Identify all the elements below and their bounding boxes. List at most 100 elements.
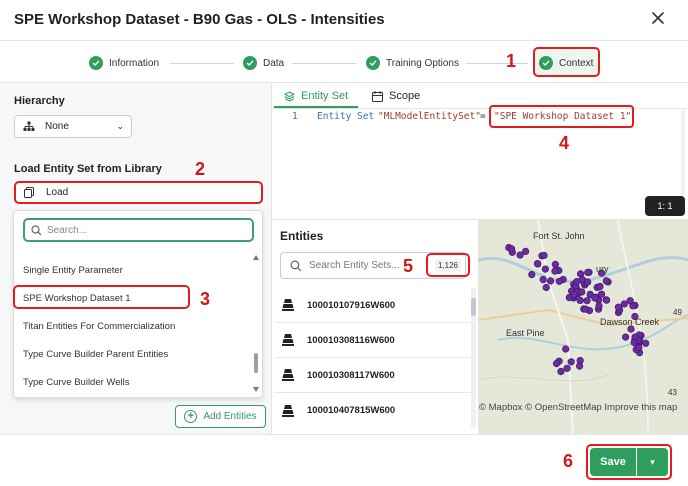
well-marker[interactable] bbox=[551, 267, 559, 275]
step-data[interactable]: Data bbox=[243, 54, 284, 72]
scroll-down-icon[interactable] bbox=[253, 387, 259, 392]
well-marker[interactable] bbox=[541, 265, 549, 273]
well-marker[interactable] bbox=[603, 296, 611, 304]
well-marker[interactable] bbox=[567, 358, 575, 366]
well-marker[interactable] bbox=[622, 333, 630, 341]
tab-label: Entity Set bbox=[301, 90, 349, 102]
entities-title: Entities bbox=[280, 229, 324, 243]
well-marker[interactable] bbox=[576, 270, 585, 278]
well-marker[interactable] bbox=[602, 277, 610, 285]
cursor-position: 1: 1 bbox=[645, 196, 685, 216]
well-marker[interactable] bbox=[591, 294, 599, 302]
well-marker[interactable] bbox=[578, 288, 586, 296]
annotation-number: 5 bbox=[403, 256, 414, 276]
annotation-number: 6 bbox=[563, 451, 574, 471]
plus-circle-icon: + bbox=[184, 410, 198, 423]
map-attribution[interactable]: © Mapbox © OpenStreetMap Improve this ma… bbox=[479, 400, 688, 415]
stepper-line bbox=[170, 63, 234, 64]
entity-name: 100010308116W600 bbox=[307, 334, 395, 346]
library-item[interactable]: Titan Entities For Commercialization bbox=[23, 321, 175, 332]
copy-icon bbox=[24, 187, 34, 198]
well-marker[interactable] bbox=[597, 290, 606, 298]
well-marker[interactable] bbox=[576, 296, 584, 304]
chevron-down-icon: ▾ bbox=[650, 456, 655, 467]
layers-icon bbox=[284, 90, 295, 102]
well-marker[interactable] bbox=[642, 339, 650, 347]
stepper-line bbox=[466, 63, 528, 64]
entity-name: 100010308117W600 bbox=[307, 369, 395, 381]
well-marker[interactable] bbox=[546, 277, 555, 285]
well-marker[interactable] bbox=[552, 360, 561, 368]
well-icon bbox=[282, 369, 294, 381]
load-library-button[interactable]: Load bbox=[14, 181, 263, 204]
check-circle-icon bbox=[539, 56, 553, 70]
well-marker[interactable] bbox=[595, 302, 603, 310]
well-marker[interactable] bbox=[620, 300, 628, 308]
highway-shield: 43 bbox=[668, 388, 677, 397]
entity-row[interactable]: 100010107916W600 bbox=[274, 288, 472, 323]
well-marker[interactable] bbox=[542, 283, 550, 292]
well-marker[interactable] bbox=[562, 345, 570, 353]
save-options-button[interactable]: ▾ bbox=[637, 448, 668, 476]
well-marker[interactable] bbox=[596, 282, 604, 291]
well-marker[interactable] bbox=[570, 290, 578, 298]
well-marker[interactable] bbox=[575, 362, 584, 370]
library-item[interactable]: Type Curve Builder Wells bbox=[23, 377, 129, 388]
selected-item-highlight bbox=[13, 285, 190, 309]
well-marker[interactable] bbox=[583, 297, 591, 305]
add-entities-button[interactable]: + Add Entities bbox=[175, 405, 266, 428]
code-equals: = bbox=[480, 111, 486, 122]
dialog-title: SPE Workshop Dataset - B90 Gas - OLS - I… bbox=[14, 11, 385, 28]
well-marker[interactable] bbox=[573, 277, 581, 286]
panel-divider bbox=[271, 83, 272, 435]
well-marker[interactable] bbox=[555, 277, 563, 285]
step-information[interactable]: Information bbox=[89, 54, 159, 72]
hierarchy-label: Hierarchy bbox=[14, 95, 65, 107]
step-label: Data bbox=[263, 57, 285, 69]
calendar-icon bbox=[372, 90, 383, 102]
search-icon bbox=[290, 259, 302, 271]
step-context[interactable]: Context bbox=[539, 54, 593, 72]
annotation-number: 2 bbox=[195, 159, 206, 179]
scroll-up-icon[interactable] bbox=[253, 255, 259, 260]
well-marker[interactable] bbox=[626, 297, 634, 305]
entity-row[interactable]: 100010308116W600 bbox=[274, 323, 472, 358]
search-icon bbox=[31, 224, 42, 235]
chevron-down-icon: ⌄ bbox=[116, 121, 124, 131]
step-label: Context bbox=[559, 57, 594, 69]
well-marker[interactable] bbox=[507, 245, 516, 253]
well-marker[interactable] bbox=[563, 364, 571, 372]
step-label: Training Options bbox=[386, 57, 459, 69]
step-training-options[interactable]: Training Options bbox=[366, 54, 459, 72]
well-marker[interactable] bbox=[540, 251, 548, 260]
code-keyword: Entity Set bbox=[317, 111, 375, 122]
well-marker[interactable] bbox=[551, 260, 559, 269]
well-marker[interactable] bbox=[630, 338, 638, 347]
hierarchy-select[interactable]: None ⌄ bbox=[14, 115, 132, 138]
tab-scope[interactable]: Scope bbox=[372, 86, 420, 106]
entity-row[interactable]: 100010308117W600 bbox=[274, 358, 472, 393]
well-marker[interactable] bbox=[557, 367, 565, 376]
well-marker[interactable] bbox=[614, 303, 622, 311]
library-item[interactable]: Single Entity Parameter bbox=[23, 265, 123, 276]
search-placeholder: Search Entity Sets... bbox=[309, 260, 400, 271]
dropdown-scrollbar[interactable] bbox=[254, 353, 258, 373]
well-marker[interactable] bbox=[521, 247, 530, 256]
check-circle-icon bbox=[243, 56, 257, 70]
well-marker[interactable] bbox=[528, 270, 536, 279]
map-label: ury bbox=[596, 264, 609, 274]
well-marker[interactable] bbox=[584, 278, 592, 286]
library-item[interactable]: Type Curve Builder Parent Entities bbox=[23, 349, 168, 360]
line-number: 1 bbox=[292, 111, 298, 122]
entity-row[interactable]: 100010407815W600 bbox=[274, 393, 472, 428]
tab-entity-set[interactable]: Entity Set bbox=[284, 86, 348, 106]
save-button[interactable]: Save bbox=[590, 448, 636, 476]
well-marker[interactable] bbox=[539, 275, 547, 284]
close-icon[interactable] bbox=[650, 10, 666, 26]
well-marker[interactable] bbox=[584, 268, 592, 277]
well-marker[interactable] bbox=[533, 259, 542, 268]
step-label: Information bbox=[109, 57, 160, 69]
entities-scrollbar-thumb[interactable] bbox=[471, 298, 476, 316]
well-marker[interactable] bbox=[581, 305, 590, 313]
library-search-input[interactable]: Search... bbox=[23, 218, 254, 242]
